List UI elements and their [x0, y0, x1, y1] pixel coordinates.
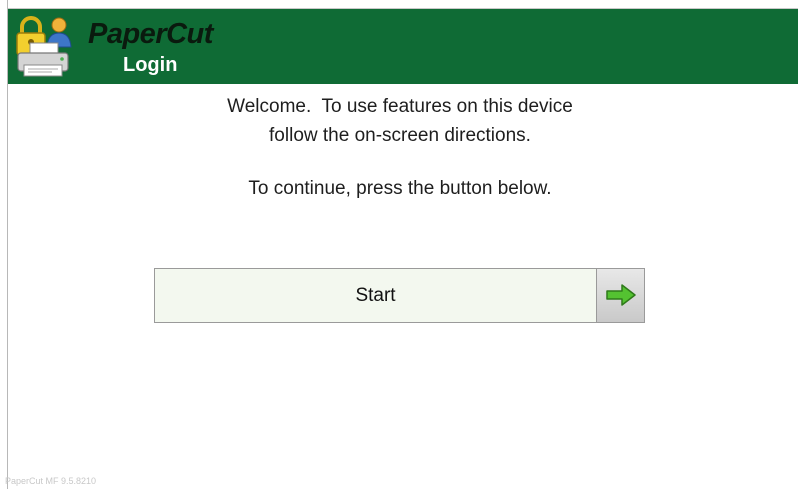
header-bar: PaperCut Login	[8, 9, 798, 84]
welcome-line-2: follow the on-screen directions.	[269, 125, 531, 146]
welcome-line-1: Welcome. To use features on this device	[227, 96, 573, 117]
start-arrow-button[interactable]	[596, 269, 644, 322]
start-button[interactable]: Start	[154, 268, 645, 323]
start-button-label: Start	[355, 285, 396, 306]
papercut-printer-logo-icon	[12, 13, 76, 79]
welcome-message: Welcome. To use features on this device …	[0, 92, 798, 150]
version-label: PaperCut MF 9.5.8210	[5, 476, 97, 486]
continue-instruction: To continue, press the button below.	[248, 178, 552, 199]
papercut-login-screen: PaperCut Login Welcome. To use features …	[0, 0, 798, 489]
screen-left-bezel	[0, 0, 8, 489]
brand-name: PaperCut	[88, 18, 213, 50]
page-title: Login	[123, 54, 178, 76]
green-right-arrow-icon	[606, 284, 636, 306]
screen-top-bezel	[0, 0, 798, 9]
